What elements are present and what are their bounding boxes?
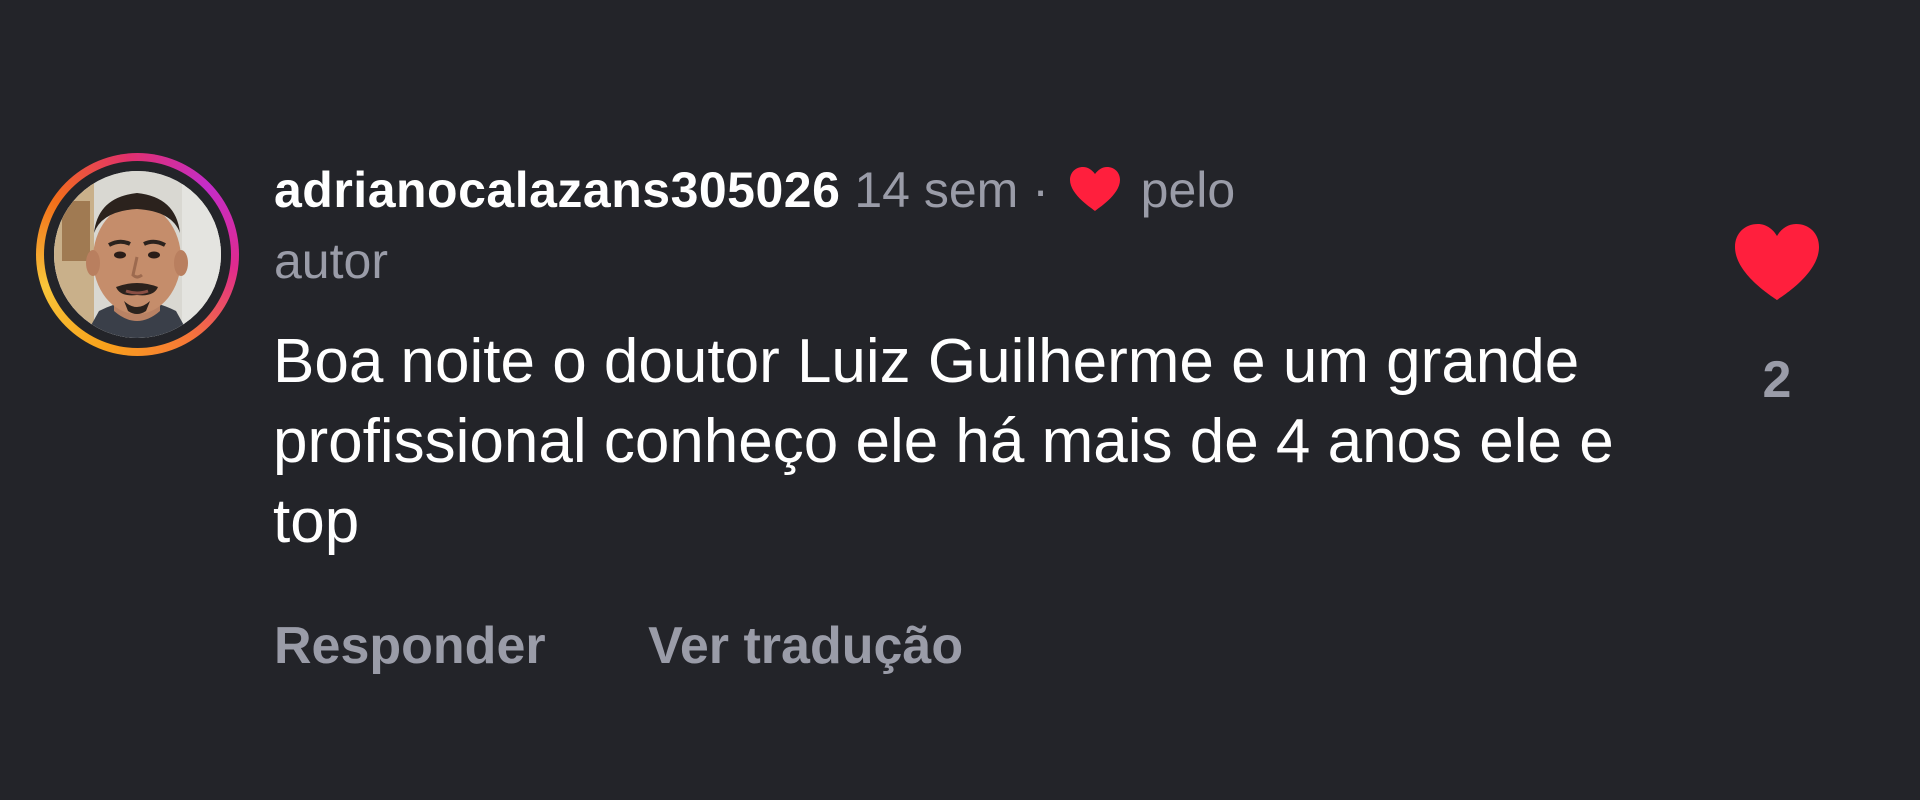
comment: adrianocalazans305026 14 sem · pelo auto… — [0, 0, 1920, 800]
like-count: 2 — [1762, 351, 1792, 409]
like-heart-icon[interactable] — [1730, 220, 1824, 304]
author-liked-heart-icon — [1069, 167, 1120, 211]
liked-by-author-label-continued: autor — [274, 233, 388, 289]
username-link[interactable]: adrianocalazans305026 — [274, 162, 840, 218]
reply-button[interactable]: Responder — [274, 612, 546, 680]
comment-actions: Responder Ver tradução — [274, 612, 963, 680]
avatar-photo — [54, 171, 221, 338]
comment-text: Boa noite o doutor Luiz Guilherme e um g… — [273, 327, 1614, 556]
avatar-story-ring[interactable] — [36, 153, 239, 356]
like-column: 2 — [1730, 220, 1824, 409]
avatar[interactable] — [54, 171, 221, 338]
timestamp: 14 sem — [854, 162, 1019, 218]
separator-dot: · — [1032, 162, 1049, 218]
liked-by-author-label: pelo — [1140, 162, 1236, 218]
comment-header: adrianocalazans305026 14 sem · pelo — [274, 158, 1574, 222]
see-translation-button[interactable]: Ver tradução — [648, 612, 963, 680]
